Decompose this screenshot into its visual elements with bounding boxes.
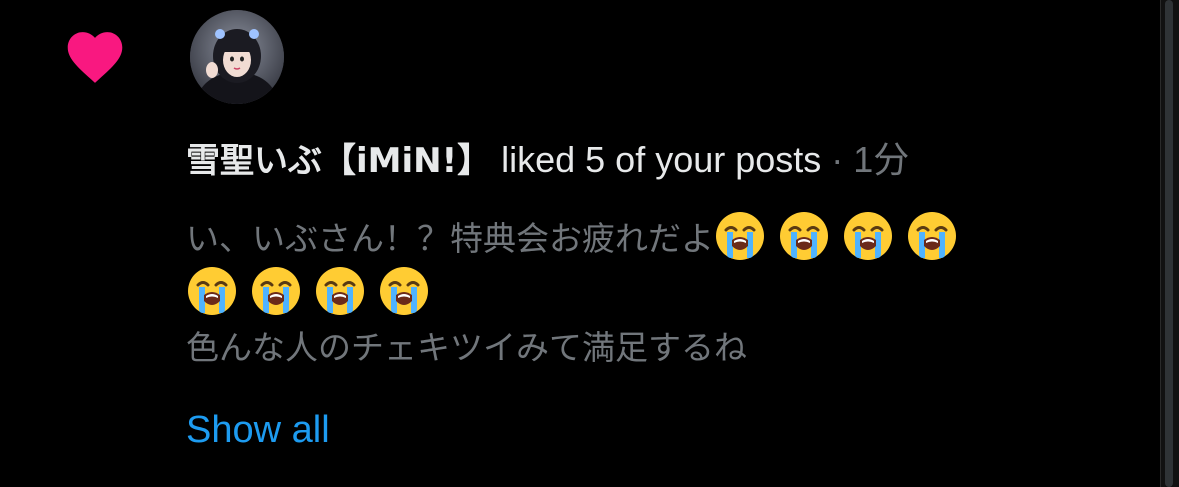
loudly-crying-face-icon — [908, 212, 956, 260]
like-notification[interactable]: 雪聖いぶ【iMiN!】 liked 5 of your posts · 1分 い… — [0, 0, 1160, 487]
loudly-crying-face-icon — [380, 267, 428, 315]
user-name-link[interactable]: 雪聖いぶ【iMiN!】 — [186, 141, 491, 181]
post-line-3: 色んな人のチェキツイみて満足するね — [186, 320, 1126, 375]
scrollbar-thumb[interactable] — [1165, 0, 1173, 487]
avatar-photo — [190, 10, 284, 104]
show-all-link[interactable]: Show all — [186, 408, 330, 452]
separator-dot: · — [821, 139, 854, 180]
scrollbar[interactable] — [1160, 0, 1179, 487]
post-line-1: い、いぶさん！？特典会お疲れだよ — [186, 210, 1126, 265]
notification-headline: 雪聖いぶ【iMiN!】 liked 5 of your posts · 1分 — [186, 138, 909, 183]
loudly-crying-face-icon — [316, 267, 364, 315]
action-text: liked 5 of your posts — [491, 139, 822, 180]
loudly-crying-face-icon — [716, 212, 764, 260]
heart-icon — [67, 32, 123, 83]
post-text-3: 色んな人のチェキツイみて満足するね — [186, 328, 747, 367]
post-text-1: い、いぶさん！？特典会お疲れだよ — [186, 219, 714, 258]
loudly-crying-face-icon — [844, 212, 892, 260]
loudly-crying-face-icon — [780, 212, 828, 260]
timestamp: 1分 — [853, 139, 910, 180]
user-avatar[interactable] — [190, 10, 284, 104]
post-line-2 — [186, 265, 1126, 320]
loudly-crying-face-icon — [252, 267, 300, 315]
post-preview[interactable]: い、いぶさん！？特典会お疲れだよ 色んな人のチェキツイみて満足するね — [186, 210, 1126, 375]
loudly-crying-face-icon — [188, 267, 236, 315]
